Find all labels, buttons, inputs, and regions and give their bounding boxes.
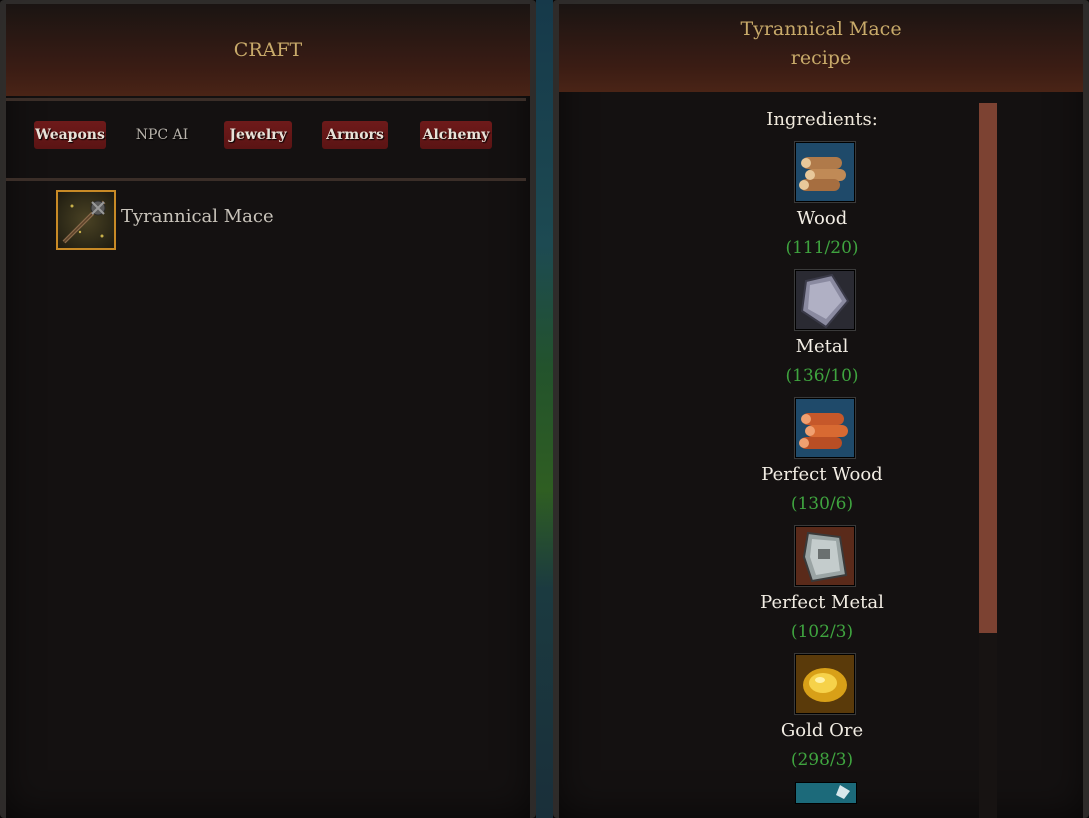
ingredient-name: Perfect Metal — [760, 592, 884, 613]
perfect-wood-icon — [795, 398, 855, 458]
ingredient-count: (102/3) — [790, 622, 854, 642]
wood-icon — [795, 142, 855, 202]
tab-npc-ai[interactable]: NPC AI — [122, 121, 202, 149]
next-ingredient-icon — [795, 782, 857, 804]
header-divider — [6, 98, 526, 101]
ingredient-count: (111/20) — [785, 238, 859, 258]
ingredient-wood: Wood (111/20) — [680, 142, 964, 268]
recipe-title: Tyrannical Mace — [740, 18, 902, 40]
ingredient-name: Wood — [796, 208, 848, 229]
recipe-header: Tyrannical Mace recipe — [559, 4, 1083, 92]
ingredient-perfect-metal: Perfect Metal (102/3) — [680, 526, 964, 652]
ingredient-name: Metal — [795, 336, 849, 357]
ingredient-count: (130/6) — [790, 494, 854, 514]
tab-armors[interactable]: Armors — [322, 121, 388, 149]
ingredient-metal: Metal (136/10) — [680, 270, 964, 396]
mace-icon — [56, 190, 116, 250]
ingredient-count: (298/3) — [790, 750, 854, 770]
ingredients-heading: Ingredients: — [766, 109, 878, 130]
ingredient-perfect-wood: Perfect Wood (130/6) — [680, 398, 964, 524]
perfect-metal-icon — [795, 526, 855, 586]
ingredient-name: Gold Ore — [780, 720, 864, 741]
craft-header: CRAFT — [6, 4, 530, 96]
craft-panel: CRAFT Weapons NPC AI Jewelry Armors Alch… — [0, 0, 536, 818]
ingredient-name: Perfect Wood — [761, 464, 883, 485]
metal-icon — [795, 270, 855, 330]
recipe-item-tyrannical-mace[interactable]: Tyrannical Mace — [56, 190, 376, 250]
gold-ore-icon — [795, 654, 855, 714]
ingredient-count: (136/10) — [785, 366, 859, 386]
tab-jewelry[interactable]: Jewelry — [224, 121, 292, 149]
recipe-label: Tyrannical Mace — [121, 206, 274, 227]
recipe-subtitle: recipe — [790, 47, 852, 69]
ingredient-gold-ore: Gold Ore (298/3) — [680, 654, 964, 780]
category-tabs: Weapons NPC AI Jewelry Armors Alchemy — [34, 121, 506, 151]
tab-weapons[interactable]: Weapons — [34, 121, 106, 149]
tabs-divider — [6, 178, 526, 181]
tab-alchemy[interactable]: Alchemy — [420, 121, 492, 149]
scrollbar-thumb[interactable] — [979, 103, 997, 633]
craft-title: CRAFT — [233, 39, 303, 61]
